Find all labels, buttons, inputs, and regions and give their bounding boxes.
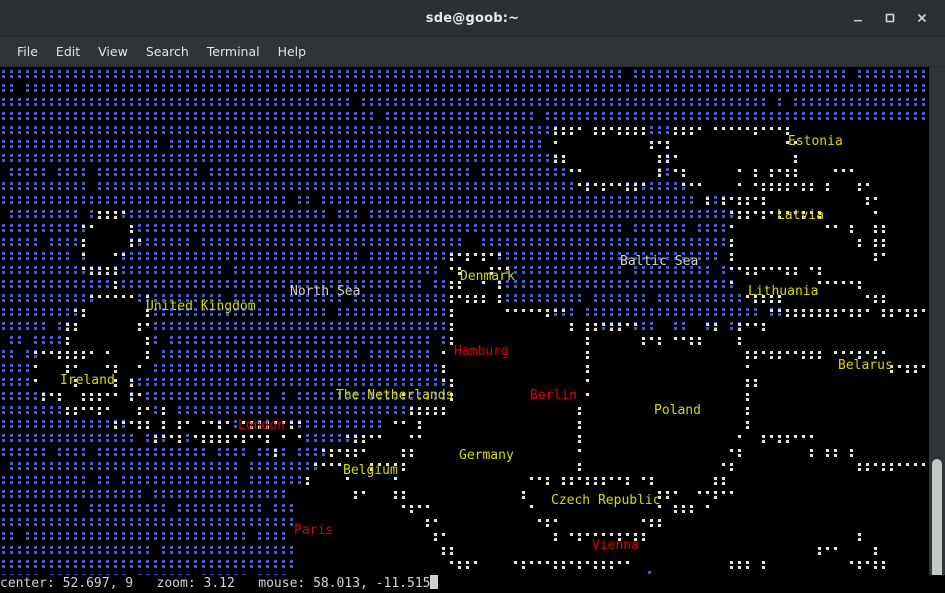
close-button[interactable] bbox=[907, 4, 937, 32]
map-label-belgium: Belgium bbox=[343, 464, 398, 478]
window-title: sde@goob:~ bbox=[0, 11, 945, 26]
map-label-ireland: Ireland bbox=[60, 374, 115, 388]
map-label-vienna: Vienna bbox=[592, 539, 639, 553]
map-label-north-sea: North Sea bbox=[290, 285, 360, 299]
terminal-window: sde@goob:~ File Edit View Search Termina… bbox=[0, 0, 945, 593]
minimize-button[interactable] bbox=[843, 4, 873, 32]
map-label-paris: Paris bbox=[294, 524, 333, 538]
map-label-lithuania: Lithuania bbox=[748, 285, 818, 299]
map-label-london: London bbox=[238, 419, 285, 433]
map-label-latvia: Latvia bbox=[777, 209, 824, 223]
window-controls bbox=[843, 0, 937, 36]
terminal-cursor bbox=[430, 575, 438, 589]
menu-item-edit[interactable]: Edit bbox=[47, 41, 89, 62]
map-label-germany: Germany bbox=[459, 449, 514, 463]
ascii-map[interactable]: Estonia Latvia Baltic Sea Denmark Lithuania N… bbox=[0, 67, 929, 593]
menu-item-search[interactable]: Search bbox=[137, 41, 198, 62]
map-label-estonia: Estonia bbox=[788, 135, 843, 149]
map-label-united-kingdom: United Kingdom bbox=[146, 300, 256, 314]
map-label-belarus: Belarus bbox=[838, 359, 893, 373]
scrollbar-thumb[interactable] bbox=[932, 459, 942, 593]
status-text: center: 52.697, 9 zoom: 3.12 mouse: 58.0… bbox=[0, 576, 430, 591]
menubar: File Edit View Search Terminal Help bbox=[0, 37, 945, 67]
map-label-baltic-sea: Baltic Sea bbox=[620, 255, 698, 269]
menu-item-help[interactable]: Help bbox=[269, 41, 316, 62]
map-label-hamburg: Hamburg bbox=[454, 345, 509, 359]
menu-item-terminal[interactable]: Terminal bbox=[198, 41, 269, 62]
status-bar: center: 52.697, 9 zoom: 3.12 mouse: 58.0… bbox=[0, 575, 945, 593]
map-label-czech-republic: Czech Republic bbox=[551, 494, 661, 508]
terminal-viewport[interactable]: Estonia Latvia Baltic Sea Denmark Lithuania N… bbox=[0, 67, 945, 593]
map-label-the-netherlands: The Netherlands bbox=[336, 389, 453, 403]
maximize-button[interactable] bbox=[875, 4, 905, 32]
map-label-denmark: Denmark bbox=[460, 270, 515, 284]
terminal-scrollbar[interactable] bbox=[929, 67, 945, 593]
map-label-poland: Poland bbox=[654, 404, 701, 418]
menu-item-view[interactable]: View bbox=[89, 41, 137, 62]
menu-item-file[interactable]: File bbox=[8, 41, 47, 62]
titlebar: sde@goob:~ bbox=[0, 0, 945, 37]
map-label-berlin: Berlin bbox=[530, 389, 577, 403]
